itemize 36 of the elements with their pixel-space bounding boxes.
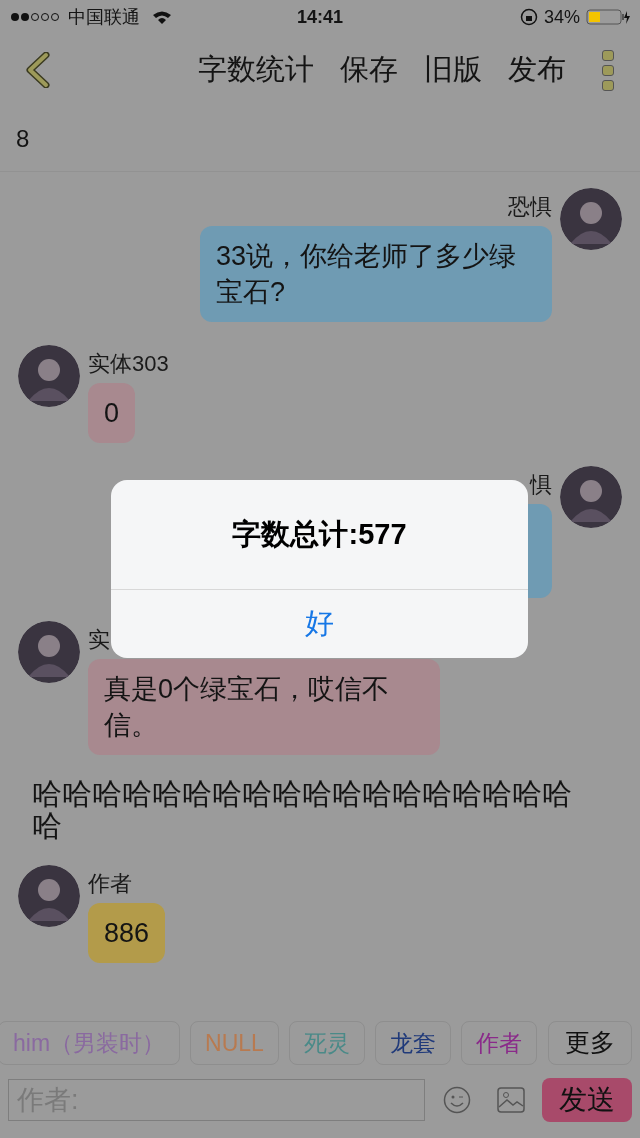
alert-title: 字数总计:577 [232,516,407,552]
nav-action[interactable]: 发布 [508,48,566,92]
avatar [18,865,80,927]
sender-name: 实体303 [88,350,169,378]
more-button[interactable]: 更多 [548,1021,632,1065]
clock-time: 14:41 [295,5,344,29]
emoji-icon[interactable] [443,1086,471,1114]
message-bubble: 真是0个绿宝石，哎信不信。 [88,659,440,755]
message-bubble: 886 [88,903,166,963]
battery-percent: 34% [543,5,580,29]
battery-icon [586,9,630,25]
rotation-lock-icon [519,8,538,26]
sender-name: 实 [88,626,110,654]
narration-text: 哈哈哈哈哈哈哈哈哈哈哈哈哈哈哈哈哈哈哈 [32,778,573,842]
message-bubble: 0 [88,383,136,443]
role-chip[interactable]: 作者 [460,1021,537,1065]
signal-icon [10,12,62,22]
avatar [18,621,80,683]
nav-action[interactable]: 旧版 [424,48,482,92]
sender-name: 恐惧 [508,193,552,221]
sender-name: 作者 [88,870,132,898]
avatar [560,188,622,250]
avatar [560,466,622,528]
sender-name: 惧 [530,471,552,499]
ok-button[interactable]: 好 [111,590,528,658]
nav-action[interactable]: 字数统计 [198,48,314,92]
avatar [18,345,80,407]
send-button[interactable]: 发送 [542,1078,632,1122]
role-chip[interactable]: 龙套 [374,1021,451,1065]
count-text: 8 [16,123,30,154]
carrier-name: 中国联通 [68,5,140,29]
wifi-icon [152,10,172,24]
more-menu-icon[interactable] [602,49,616,91]
message-bubble: 33说，你给老师了多少绿宝石? [200,226,552,322]
nav-action[interactable]: 保存 [340,48,398,92]
image-icon[interactable] [497,1087,525,1113]
